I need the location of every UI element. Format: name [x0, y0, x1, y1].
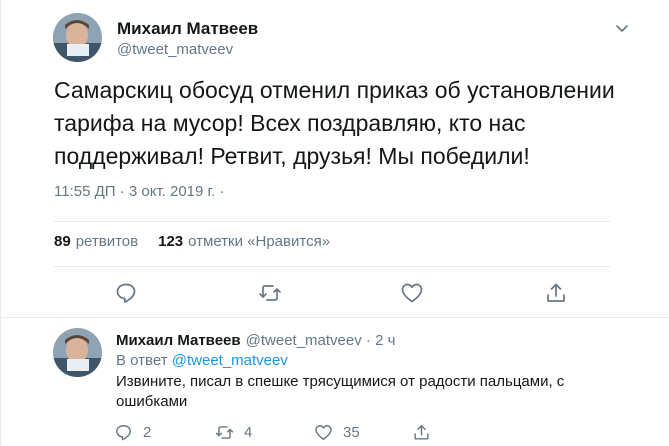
retweet-button[interactable]: 4 [215, 423, 252, 442]
tweet-timestamp[interactable]: 11:55 ДП · 3 окт. 2019 г. · [54, 183, 225, 200]
reply-button[interactable] [114, 281, 138, 305]
tweet-stats: 89 ретвитов 123 отметки «Нравится» [54, 233, 350, 250]
author-meta[interactable]: @tweet_matveev · 2 ч [246, 332, 396, 349]
like-count: 35 [343, 424, 360, 441]
reply-actions: 2 4 35 [1, 423, 669, 445]
retweets-count: 89 [54, 233, 71, 250]
main-tweet: Михаил Матвеев @tweet_matveev Самарскиц … [1, 0, 669, 318]
likes-stat[interactable]: 123 отметки «Нравится» [158, 233, 330, 250]
share-button[interactable] [544, 281, 568, 305]
like-button[interactable] [400, 281, 424, 305]
tweet-thread: Михаил Матвеев @tweet_matveev Самарскиц … [0, 0, 669, 446]
likes-count: 123 [158, 233, 184, 250]
author-handle[interactable]: @tweet_matveev [117, 41, 233, 58]
retweet-button[interactable] [258, 281, 282, 305]
tweet-text: Самарскиц обосуд отменил приказ об устан… [54, 77, 615, 169]
share-button[interactable] [412, 423, 441, 442]
retweet-count: 4 [244, 424, 253, 441]
retweets-label: ретвитов [75, 233, 139, 250]
divider [54, 266, 610, 267]
avatar-photo [53, 13, 102, 62]
author-name[interactable]: Михаил Матвеев [117, 19, 258, 39]
chevron-down-icon[interactable] [615, 21, 629, 35]
reply-text: Извините, писал в спешке трясущимися от … [116, 373, 565, 410]
reply-to-handle[interactable]: @tweet_matveev [172, 352, 288, 369]
reply-icon [116, 425, 131, 441]
likes-label: отметки «Нравится» [188, 233, 331, 250]
share-icon [547, 283, 565, 302]
avatar[interactable] [53, 328, 102, 377]
like-icon [315, 425, 332, 440]
retweet-icon [215, 426, 234, 439]
retweet-icon [259, 285, 281, 301]
share-icon [414, 425, 429, 440]
retweets-stat[interactable]: 89 ретвитов [54, 233, 138, 250]
reply-icon [116, 283, 136, 303]
avatar-photo [53, 328, 102, 377]
like-icon [401, 283, 423, 303]
avatar[interactable] [53, 13, 102, 62]
reply-to: В ответ @tweet_matveev [116, 352, 288, 369]
reply-to-label: В ответ [116, 352, 168, 369]
like-button[interactable]: 35 [314, 423, 360, 442]
reply-button[interactable]: 2 [114, 423, 151, 442]
reply-count: 2 [143, 424, 152, 441]
author-name[interactable]: Михаил Матвеев [116, 332, 241, 349]
divider [54, 221, 610, 222]
reply-tweet[interactable]: Михаил Матвеев @tweet_matveev · 2 ч В от… [1, 319, 669, 446]
reply-header: Михаил Матвеев @tweet_matveev · 2 ч [116, 332, 395, 349]
